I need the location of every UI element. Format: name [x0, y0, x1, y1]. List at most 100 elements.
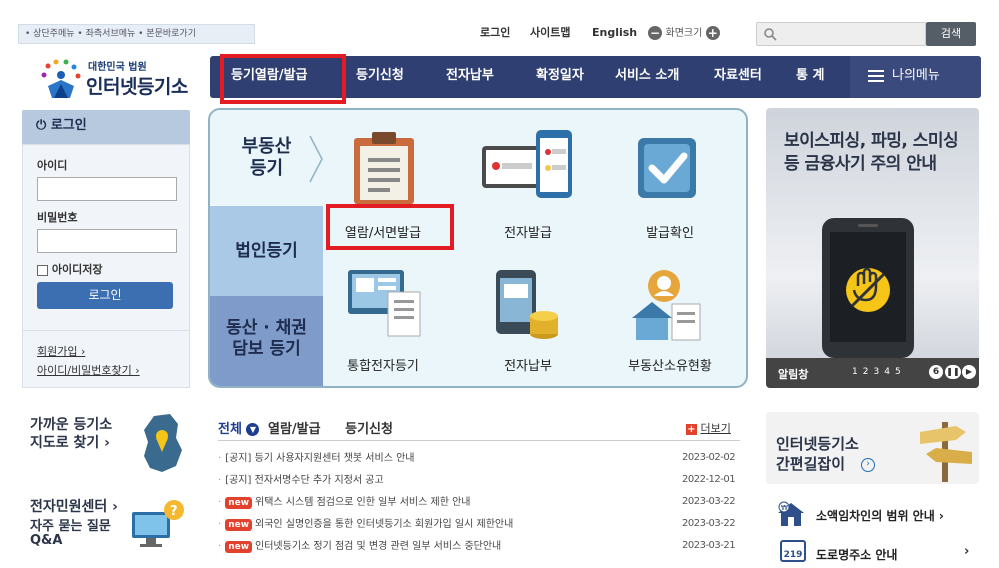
service-e-issue-label[interactable]: 전자발급	[463, 222, 593, 241]
chevron-right-icon	[309, 135, 323, 183]
svg-text:₩: ₩	[781, 504, 788, 512]
nearby-office-link[interactable]: 가까운 등기소 지도로 찾기 ›	[30, 416, 112, 452]
integrated-e-registration-icon[interactable]	[344, 266, 424, 344]
news-item[interactable]: · new 외국인 실명인증을 통한 인터넷등기소 회원가입 일시 제한안내	[218, 518, 513, 532]
plus-icon: +	[686, 423, 697, 435]
search-input[interactable]	[756, 22, 926, 46]
id-label: 아이디	[37, 159, 68, 172]
login-link[interactable]: 로그인	[480, 24, 510, 42]
zoom-in-button[interactable]: +	[705, 26, 720, 40]
simple-guide-box[interactable]: 인터넷등기소 간편길잡이 ›	[766, 412, 979, 484]
news-item[interactable]: · new 인터넷등기소 정기 점검 및 변경 관련 일부 서비스 중단안내	[218, 540, 501, 554]
nav-registration-apply[interactable]: 등기신청	[356, 56, 404, 98]
banner-page-2[interactable]: 2	[863, 367, 874, 377]
road-address-link[interactable]: 219 도로명주소 안내 ›	[766, 538, 979, 566]
sitemap-link[interactable]: 사이트맵	[530, 24, 570, 42]
category-real-estate[interactable]: 부동산 등기	[210, 110, 323, 206]
road-address-label: 도로명주소 안내	[816, 548, 898, 562]
service-e-payment-label[interactable]: 전자납부	[463, 355, 593, 374]
service-ownership-label[interactable]: 부동산소유현황	[605, 355, 735, 374]
more-link[interactable]: 더보기	[701, 422, 731, 435]
chevron-right-icon: ›	[964, 544, 970, 559]
lease-range-label: 소액임차인의 범위 안내 ›	[816, 509, 944, 523]
svg-text:?: ?	[170, 504, 178, 519]
id-input[interactable]	[37, 177, 177, 201]
news-tab-view-issue[interactable]: 열람/발급	[268, 422, 321, 437]
password-label: 비밀번호	[37, 211, 78, 224]
clipboard-icon[interactable]	[344, 128, 424, 206]
news-item-date: 2023-03-21	[682, 540, 736, 551]
check-verify-icon[interactable]	[626, 128, 706, 206]
login-panel-title: 로그인	[50, 118, 87, 133]
search-button[interactable]: 검색	[926, 22, 976, 46]
my-menu-button[interactable]: 나의메뉴	[850, 56, 981, 98]
korea-map-icon	[144, 414, 182, 472]
new-badge: new	[225, 519, 253, 531]
hamburger-icon	[868, 69, 884, 82]
lease-range-link[interactable]: ₩ 소액임차인의 범위 안내 ›	[766, 497, 979, 531]
login-button[interactable]: 로그인	[37, 282, 173, 309]
skip-links[interactable]: • 상단주메뉴 • 좌측서브메뉴 • 본문바로가기	[18, 24, 255, 44]
property-owner-icon[interactable]	[626, 266, 706, 344]
password-input[interactable]	[37, 229, 177, 253]
news-tab-registration[interactable]: 등기신청	[345, 422, 393, 437]
banner-bar-label: 알림창	[778, 368, 809, 381]
find-account-link[interactable]: 아이디/비밀번호찾기 ›	[37, 362, 140, 378]
news-item-text[interactable]: [공지] 등기 사용자지원센터 챗봇 서비스 안내	[225, 453, 414, 464]
service-panel: 부동산 등기 법인등기 동산 · 채권 담보 등기 열람/서면발급 전자발급 발…	[208, 108, 748, 388]
banner-page-3[interactable]: 3	[873, 367, 884, 377]
nav-e-payment[interactable]: 전자납부	[446, 56, 494, 98]
phone-warning-icon	[822, 218, 914, 358]
service-integrated-label[interactable]: 통합전자등기	[318, 355, 448, 374]
civil-center-link[interactable]: 전자민원센터 ›	[30, 496, 118, 516]
court-emblem-icon[interactable]	[40, 58, 82, 100]
my-menu-label: 나의메뉴	[892, 68, 940, 83]
login-panel-header: ⏻ 로그인	[22, 110, 190, 144]
logo-title[interactable]: 인터넷등기소	[86, 72, 188, 99]
news-item-text[interactable]: 외국인 실명인증을 통한 인터넷등기소 회원가입 일시 제한안내	[255, 519, 513, 530]
nav-statistics[interactable]: 통 계	[796, 56, 824, 98]
faq-link[interactable]: 자주 묻는 질문 Q&A	[30, 520, 111, 548]
banner-control-bar: 알림창 12345 6 ❚❚ ▶	[766, 358, 979, 388]
zoom-out-button[interactable]: −	[648, 26, 662, 40]
e-payment-coins-icon[interactable]	[488, 266, 568, 344]
banner-page-5[interactable]: 5	[895, 367, 906, 377]
new-badge: new	[225, 541, 253, 553]
category-corporate[interactable]: 법인등기	[210, 206, 323, 296]
save-id-checkbox[interactable]	[37, 264, 48, 276]
news-item-text[interactable]: [공지] 전자서명수단 추가 지정서 공고	[225, 475, 384, 486]
news-item[interactable]: · [공지] 전자서명수단 추가 지정서 공고	[218, 474, 384, 488]
category-movable-collateral[interactable]: 동산 · 채권 담보 등기	[210, 296, 323, 386]
news-item-text[interactable]: 인터넷등기소 정기 점검 및 변경 관련 일부 서비스 중단안내	[255, 541, 501, 552]
english-link[interactable]: English	[592, 24, 637, 42]
font-size-label: 화면크기	[665, 28, 703, 39]
road-address-icon: 219	[780, 540, 806, 562]
news-tab-all[interactable]: 전체	[218, 422, 242, 437]
banner-page-4[interactable]: 4	[884, 367, 895, 377]
highlight-box-view-issue	[326, 204, 454, 250]
service-verify-label[interactable]: 발급확인	[605, 222, 735, 241]
new-badge: new	[225, 497, 253, 509]
save-id-label: 아이디저장	[51, 263, 103, 276]
simple-guide-title: 인터넷등기소 간편길잡이	[776, 435, 859, 473]
help-monitor-icon: ?	[132, 500, 184, 547]
e-document-wallet-icon[interactable]	[478, 126, 578, 204]
news-item-text[interactable]: 위택스 시스템 점검으로 인한 일부 서비스 제한 안내	[255, 497, 470, 508]
banner-page-1[interactable]: 1	[852, 367, 863, 377]
nav-data-center[interactable]: 자료센터	[714, 56, 762, 98]
circle-chevron-icon: ›	[861, 458, 875, 472]
banner-pause-button[interactable]: ❚❚	[945, 365, 961, 379]
banner-next-button[interactable]: ▶	[962, 365, 976, 379]
phishing-banner[interactable]: 보이스피싱, 파밍, 스미싱 등 금융사기 주의 안내 알림창 12345 6 …	[766, 108, 979, 388]
banner-title: 보이스피싱, 파밍, 스미싱 등 금융사기 주의 안내	[784, 131, 959, 174]
signup-link[interactable]: 회원가입 ›	[37, 343, 85, 359]
news-item[interactable]: · new 위택스 시스템 점검으로 인한 일부 서비스 제한 안내	[218, 496, 470, 510]
logo-subtitle: 대한민국 법원	[88, 62, 147, 73]
nav-service-intro[interactable]: 서비스 소개	[615, 56, 679, 98]
news-item-date: 2023-02-02	[682, 452, 736, 463]
news-item-date: 2022-12-01	[682, 474, 736, 485]
nav-fixed-date[interactable]: 확정일자	[536, 56, 584, 98]
news-item[interactable]: · [공지] 등기 사용자지원센터 챗봇 서비스 안내	[218, 452, 414, 466]
banner-page-6[interactable]: 6	[929, 365, 943, 379]
house-won-icon: ₩	[778, 501, 804, 526]
